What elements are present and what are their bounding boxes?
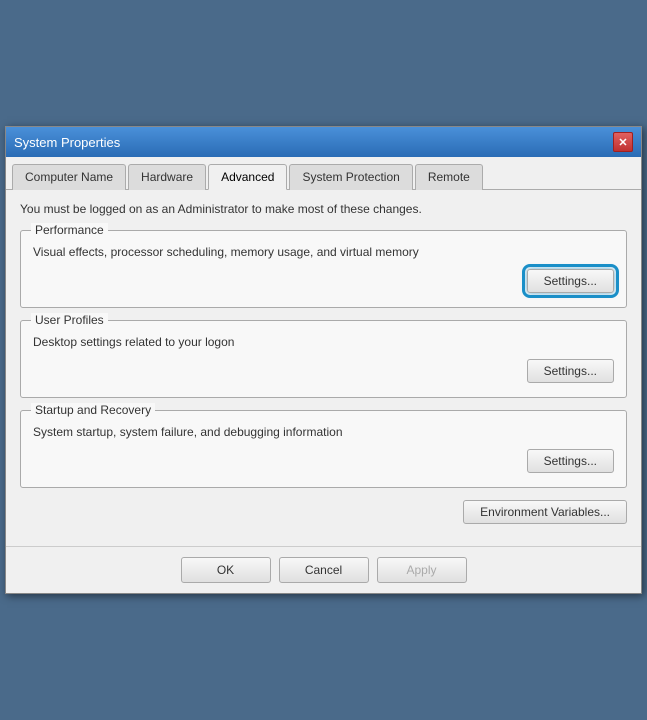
cancel-button[interactable]: Cancel [279,557,369,583]
startup-recovery-group-label: Startup and Recovery [31,403,155,417]
user-profiles-group: User Profiles Desktop settings related t… [20,320,627,398]
admin-info-text: You must be logged on as an Administrato… [20,202,627,216]
performance-desc: Visual effects, processor scheduling, me… [33,245,614,259]
close-button[interactable]: ✕ [613,132,633,152]
tabs-container: Computer Name Hardware Advanced System P… [6,157,641,190]
close-icon: ✕ [618,136,627,149]
footer: OK Cancel Apply [6,546,641,593]
performance-group-label: Performance [31,223,108,237]
user-profiles-group-label: User Profiles [31,313,108,327]
titlebar: System Properties ✕ [6,127,641,157]
user-profiles-settings-button[interactable]: Settings... [527,359,614,383]
tab-system-protection[interactable]: System Protection [289,164,412,190]
startup-recovery-group: Startup and Recovery System startup, sys… [20,410,627,488]
window-title: System Properties [14,135,120,150]
user-profiles-desc: Desktop settings related to your logon [33,335,614,349]
tab-content: You must be logged on as an Administrato… [6,190,641,546]
apply-button[interactable]: Apply [377,557,467,583]
tab-remote[interactable]: Remote [415,164,483,190]
performance-settings-button[interactable]: Settings... [527,269,614,293]
startup-recovery-desc: System startup, system failure, and debu… [33,425,614,439]
startup-recovery-settings-button[interactable]: Settings... [527,449,614,473]
performance-group: Performance Visual effects, processor sc… [20,230,627,308]
tab-hardware[interactable]: Hardware [128,164,206,190]
environment-variables-button[interactable]: Environment Variables... [463,500,627,524]
tab-computer-name[interactable]: Computer Name [12,164,126,190]
env-variables-row: Environment Variables... [20,500,627,524]
ok-button[interactable]: OK [181,557,271,583]
system-properties-dialog: System Properties ✕ Computer Name Hardwa… [5,126,642,594]
tab-advanced[interactable]: Advanced [208,164,287,190]
